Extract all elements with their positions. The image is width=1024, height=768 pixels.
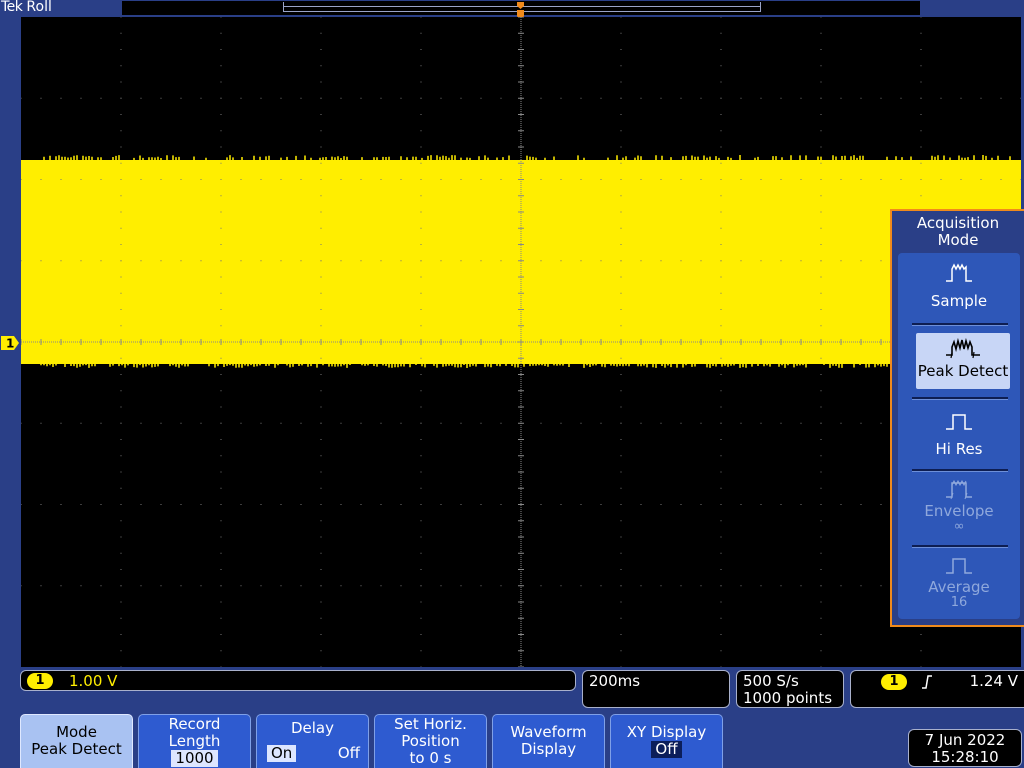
acquisition-menu-title: Acquisition Mode	[892, 215, 1024, 249]
set-horiz-line-3: to 0 s	[409, 749, 452, 767]
acq-mode-envelope[interactable]: Envelope ∞	[898, 477, 1020, 539]
svg-text:1: 1	[6, 337, 14, 351]
horizontal-scale: 200ms	[589, 672, 641, 690]
date: 7 Jun 2022	[924, 731, 1006, 749]
acq-title-line-1: Acquisition	[916, 214, 1000, 232]
set-horiz-line-1: Set Horiz.	[394, 715, 467, 733]
top-status-bar: Tek Roll	[0, 0, 1024, 22]
envelope-count: ∞	[953, 519, 965, 534]
trigger-level: 1.24 V	[969, 672, 1018, 690]
menu-separator	[912, 397, 1008, 400]
acq-mode-peak-detect[interactable]: Peak Detect	[916, 333, 1010, 389]
record-length-value: 1000	[171, 750, 218, 767]
waveform-display-line-1: Waveform	[510, 723, 587, 741]
sample-rate-readout: 500 S/s 1000 points	[736, 670, 844, 708]
waveform-graticule[interactable]	[21, 17, 1021, 667]
waveform-display-line-2: Display	[520, 740, 577, 758]
waveform-display-button[interactable]: Waveform Display	[492, 714, 605, 768]
xy-display-button[interactable]: XY Display Off	[610, 714, 723, 768]
mode-value: Peak Detect	[31, 740, 122, 758]
hi-res-waveform-icon	[946, 414, 972, 430]
acquisition-mode-menu: Acquisition Mode Sample Peak Detect Hi R…	[890, 209, 1024, 627]
acq-mode-average-label: Average	[928, 578, 990, 596]
horizontal-scale-readout[interactable]: 200ms	[582, 670, 730, 708]
brand-and-state: Tek Roll	[1, 0, 52, 16]
channel-1-scale-readout[interactable]: 1 1.00 V	[20, 670, 576, 691]
graticule-grid	[21, 17, 1021, 667]
acq-title-line-2: Mode	[937, 231, 979, 249]
set-horiz-line-2: Position	[401, 732, 460, 750]
acquisition-state: Roll	[26, 0, 52, 15]
mode-button[interactable]: Mode Peak Detect	[20, 714, 133, 768]
delay-on-option: On	[267, 745, 297, 762]
time: 15:28:10	[931, 748, 999, 766]
acq-mode-hi-res[interactable]: Hi Res	[898, 409, 1020, 465]
envelope-waveform-icon	[946, 479, 972, 500]
acq-mode-peak-detect-label: Peak Detect	[917, 362, 1009, 380]
sample-rate: 500 S/s	[743, 672, 799, 690]
record-length-label-2: Length	[168, 732, 221, 750]
delay-off-option: Off	[337, 744, 360, 762]
menu-separator	[912, 469, 1008, 472]
date-time-display: 7 Jun 2022 15:28:10	[908, 729, 1022, 767]
menu-separator	[912, 323, 1008, 326]
trigger-readout[interactable]: 1 1.24 V	[850, 670, 1024, 708]
acq-mode-sample-label: Sample	[930, 292, 988, 310]
set-horiz-position-button[interactable]: Set Horiz. Position to 0 s	[374, 714, 487, 768]
rising-edge-icon	[922, 675, 932, 689]
acq-mode-sample[interactable]: Sample	[898, 259, 1020, 319]
sample-waveform-icon	[946, 263, 972, 282]
record-length-button[interactable]: Record Length 1000	[138, 714, 251, 768]
channel-1-scale: 1.00 V	[69, 672, 118, 690]
average-waveform-icon	[946, 558, 972, 574]
channel-1-ground-marker[interactable]: 1	[0, 335, 20, 351]
channel-1-badge: 1	[27, 673, 53, 689]
record-points: 1000 points	[743, 689, 833, 707]
acq-mode-average[interactable]: Average 16	[898, 553, 1020, 619]
delay-button[interactable]: Delay On Off	[256, 714, 369, 768]
menu-separator	[912, 545, 1008, 548]
peak-detect-waveform-icon	[946, 337, 980, 359]
mode-label: Mode	[56, 723, 97, 741]
record-length-label-1: Record	[168, 715, 221, 733]
average-count: 16	[950, 595, 968, 610]
acq-mode-envelope-label: Envelope	[924, 502, 994, 520]
xy-display-value: Off	[651, 741, 682, 758]
delay-label: Delay	[290, 719, 334, 737]
acq-mode-hi-res-label: Hi Res	[935, 440, 983, 458]
trigger-source-badge: 1	[881, 674, 907, 690]
brand-logo: Tek	[1, 0, 23, 15]
acquisition-mode-list: Sample Peak Detect Hi Res Envelope ∞ Ave…	[898, 253, 1020, 619]
xy-display-label: XY Display	[626, 723, 707, 741]
